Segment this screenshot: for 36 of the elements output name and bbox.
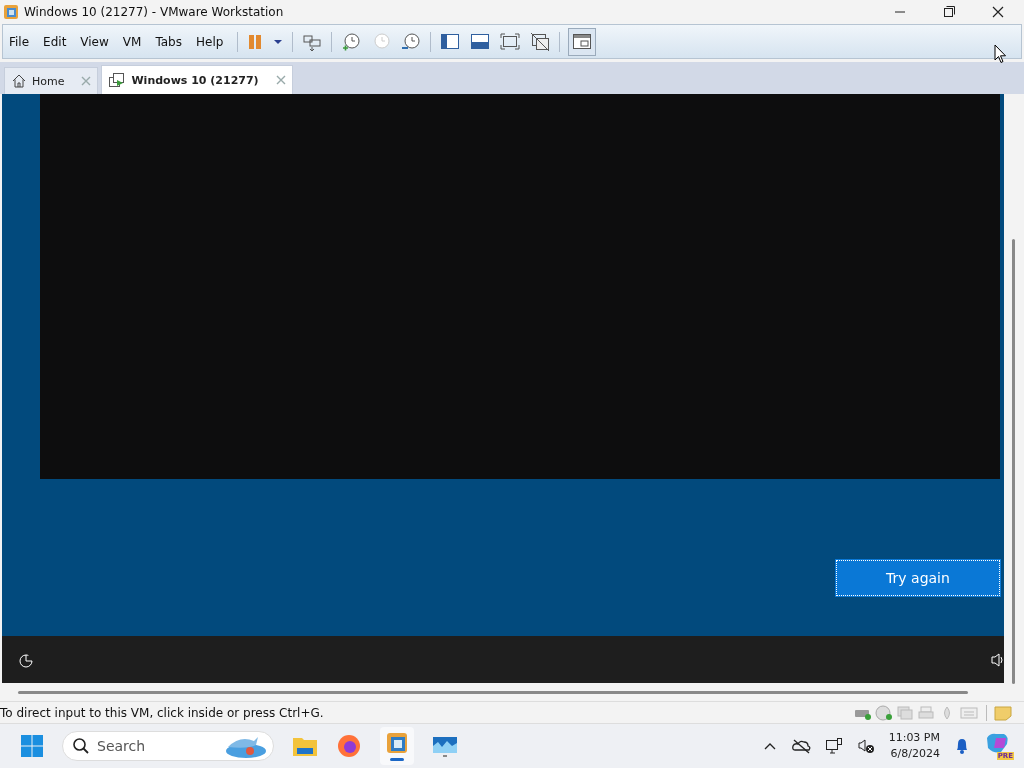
menu-item[interactable]: View [80,34,109,49]
horizontal-scrollbar[interactable] [18,690,968,694]
status-text: To direct input to this VM, click inside or press Ctrl+G. [0,705,325,720]
bell-icon[interactable] [954,737,970,755]
start-icon[interactable] [20,734,44,758]
vm-app-icon [385,731,409,755]
tab[interactable]: Home [4,67,99,94]
app-logo-icon [3,3,19,20]
mouse-cursor [994,44,1007,64]
speaker-icon[interactable] [990,651,1004,668]
cd-drive-icon[interactable] [875,704,893,721]
virtual-machine-icon [108,72,127,88]
snapshot-clock-icon[interactable] [340,30,363,53]
home-icon [11,73,27,89]
volume-muted-icon[interactable] [856,737,875,755]
menu-item[interactable]: File [9,34,30,49]
search-field[interactable]: Search [62,731,274,761]
taskbar-app-button[interactable] [380,727,414,765]
menu-item[interactable]: Tabs [155,34,182,49]
vm-screen[interactable]: Try again [2,94,1004,683]
window-title: Windows 10 (21277) - VMware Workstation [24,4,285,19]
monitor-app-icon[interactable] [432,734,458,758]
clock-date[interactable]: 6/8/2024 [890,746,940,762]
unity-view-icon[interactable] [529,30,552,53]
close-icon[interactable] [275,75,286,85]
menu-item[interactable]: VM [122,34,142,49]
cloud-off-icon[interactable] [790,738,811,754]
menu-item[interactable]: Help [195,34,224,49]
try-again-button[interactable]: Try again [836,559,1000,596]
thumbnail-view-icon[interactable] [568,27,597,56]
full-screen-icon[interactable] [499,30,522,53]
network-icon[interactable] [824,737,843,755]
clock-time[interactable]: 11:03 PM [888,730,940,746]
tab[interactable]: Windows 10 (21277) [101,65,293,94]
menu-item[interactable]: Edit [43,34,67,49]
firefox-icon[interactable] [336,733,362,759]
